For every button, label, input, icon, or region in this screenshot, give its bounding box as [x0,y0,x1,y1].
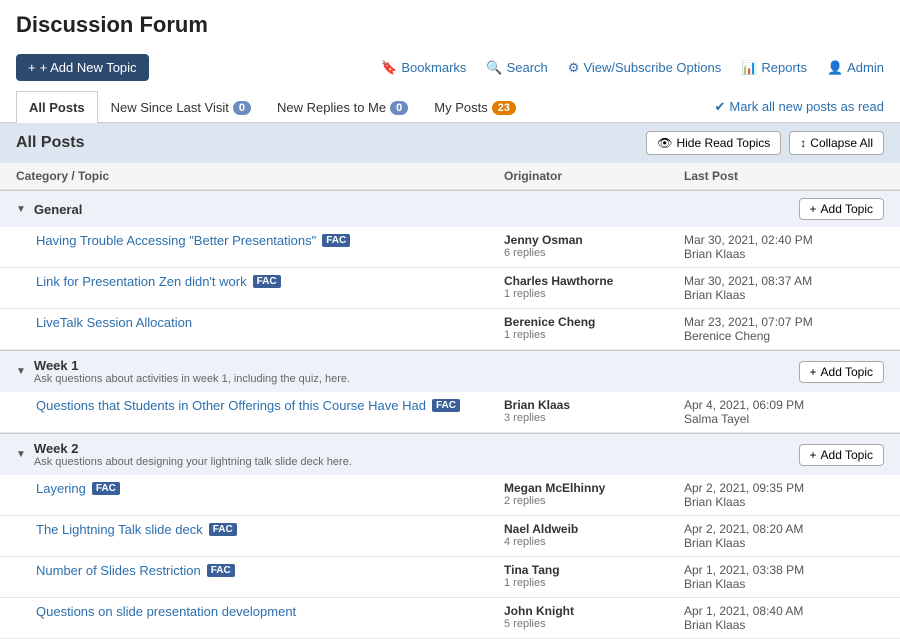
topic-cell: The Lightning Talk slide deck FAC [36,522,504,537]
category-week1: ▼ Week 1 Ask questions about activities … [0,350,900,392]
table-row: Questions on slide presentation developm… [0,598,900,639]
add-topic-general-button[interactable]: + Add Topic [799,198,885,220]
section-title: All Posts [16,134,84,152]
fac-badge: FAC [207,564,235,577]
topic-cell: Having Trouble Accessing "Better Present… [36,233,504,248]
all-posts-section: All Posts 👁 Hide Read Topics ↕ Collapse … [0,123,900,639]
toolbar: + + Add New Topic 🔖 Bookmarks 🔍 Search ⚙… [0,54,900,91]
category-week2: ▼ Week 2 Ask questions about designing y… [0,433,900,475]
search-icon: 🔍 [486,60,502,76]
plus-icon: + [28,60,36,75]
new-replies-badge: 0 [390,101,408,115]
topic-cell: Questions that Students in Other Offerin… [36,398,504,413]
category-name: Week 1 [34,358,79,373]
bookmark-icon: 🔖 [381,60,397,76]
collapse-icon: ↕ [800,136,806,150]
reports-icon: 📊 [741,60,757,76]
admin-link[interactable]: 👤 Admin [827,60,884,76]
post-title-link[interactable]: Link for Presentation Zen didn't work [36,274,247,289]
originator-cell: Nael Aldweib 4 replies [504,522,684,548]
category-name: General [34,202,82,217]
mark-all-new-posts-link[interactable]: ✔ Mark all new posts as read [714,99,884,115]
add-new-topic-button[interactable]: + + Add New Topic [16,54,149,81]
column-topic: Category / Topic [16,169,504,183]
post-title-link[interactable]: Questions on slide presentation developm… [36,604,296,619]
table-header: Category / Topic Originator Last Post [0,163,900,190]
table-row: LiveTalk Session Allocation Berenice Che… [0,309,900,350]
column-originator: Originator [504,169,684,183]
category-name: Week 2 [34,441,79,456]
post-title-link[interactable]: The Lightning Talk slide deck [36,522,203,537]
post-title-link[interactable]: Having Trouble Accessing "Better Present… [36,233,316,248]
toolbar-right: 🔖 Bookmarks 🔍 Search ⚙ View/Subscribe Op… [381,60,884,76]
lastpost-cell: Apr 2, 2021, 09:35 PM Brian Klaas [684,481,884,509]
collapse-all-button[interactable]: ↕ Collapse All [789,131,884,155]
tab-new-replies[interactable]: New Replies to Me 0 [264,91,421,123]
chevron-down-icon: ▼ [16,449,26,460]
topic-cell: Layering FAC [36,481,504,496]
view-subscribe-link[interactable]: ⚙ View/Subscribe Options [568,60,721,76]
bookmarks-link[interactable]: 🔖 Bookmarks [381,60,466,76]
originator-cell: Jenny Osman 6 replies [504,233,684,259]
topic-cell: Link for Presentation Zen didn't work FA… [36,274,504,289]
fac-badge: FAC [209,523,237,536]
table-row: Having Trouble Accessing "Better Present… [0,227,900,268]
chevron-down-icon: ▼ [16,204,26,215]
table-row: Layering FAC Megan McElhinny 2 replies A… [0,475,900,516]
lastpost-cell: Apr 1, 2021, 08:40 AM Brian Klaas [684,604,884,632]
tab-new-since-last-visit[interactable]: New Since Last Visit 0 [98,91,264,123]
admin-icon: 👤 [827,60,843,76]
post-title-link[interactable]: Layering [36,481,86,496]
tabs-bar: All Posts New Since Last Visit 0 New Rep… [0,91,900,123]
table-row: Link for Presentation Zen didn't work FA… [0,268,900,309]
lastpost-cell: Mar 30, 2021, 02:40 PM Brian Klaas [684,233,884,261]
add-new-topic-label: + Add New Topic [40,60,137,75]
table-row: The Lightning Talk slide deck FAC Nael A… [0,516,900,557]
hide-read-topics-button[interactable]: 👁 Hide Read Topics [646,131,781,155]
originator-cell: Charles Hawthorne 1 replies [504,274,684,300]
page-header: Discussion Forum [0,0,900,54]
lastpost-cell: Mar 30, 2021, 08:37 AM Brian Klaas [684,274,884,302]
lastpost-cell: Apr 4, 2021, 06:09 PM Salma Tayel [684,398,884,426]
post-title-link[interactable]: Questions that Students in Other Offerin… [36,398,426,413]
lastpost-cell: Apr 1, 2021, 03:38 PM Brian Klaas [684,563,884,591]
lastpost-cell: Mar 23, 2021, 07:07 PM Berenice Cheng [684,315,884,343]
add-topic-week2-button[interactable]: + Add Topic [799,444,885,466]
originator-cell: Megan McElhinny 2 replies [504,481,684,507]
lastpost-cell: Apr 2, 2021, 08:20 AM Brian Klaas [684,522,884,550]
add-topic-week1-button[interactable]: + Add Topic [799,361,885,383]
post-title-link[interactable]: LiveTalk Session Allocation [36,315,192,330]
post-title-link[interactable]: Number of Slides Restriction [36,563,201,578]
topic-cell: Number of Slides Restriction FAC [36,563,504,578]
section-header: All Posts 👁 Hide Read Topics ↕ Collapse … [0,123,900,163]
reports-link[interactable]: 📊 Reports [741,60,807,76]
tab-my-posts[interactable]: My Posts 23 [421,91,529,123]
section-actions: 👁 Hide Read Topics ↕ Collapse All [646,131,884,155]
search-link[interactable]: 🔍 Search [486,60,547,76]
table-row: Number of Slides Restriction FAC Tina Ta… [0,557,900,598]
originator-cell: Berenice Cheng 1 replies [504,315,684,341]
fac-badge: FAC [432,399,460,412]
originator-cell: Brian Klaas 3 replies [504,398,684,424]
table-row: Questions that Students in Other Offerin… [0,392,900,433]
topic-cell: LiveTalk Session Allocation [36,315,504,330]
fac-badge: FAC [253,275,281,288]
category-general: ▼ General + Add Topic [0,190,900,227]
chevron-down-icon: ▼ [16,366,26,377]
column-last-post: Last Post [684,169,884,183]
topic-cell: Questions on slide presentation developm… [36,604,504,619]
page-title: Discussion Forum [16,12,884,38]
eye-icon: 👁 [657,136,672,150]
tab-all-posts[interactable]: All Posts [16,91,98,123]
new-since-badge: 0 [233,101,251,115]
fac-badge: FAC [322,234,350,247]
originator-cell: John Knight 5 replies [504,604,684,630]
my-posts-badge: 23 [492,101,516,115]
gear-icon: ⚙ [568,60,580,76]
fac-badge: FAC [92,482,120,495]
